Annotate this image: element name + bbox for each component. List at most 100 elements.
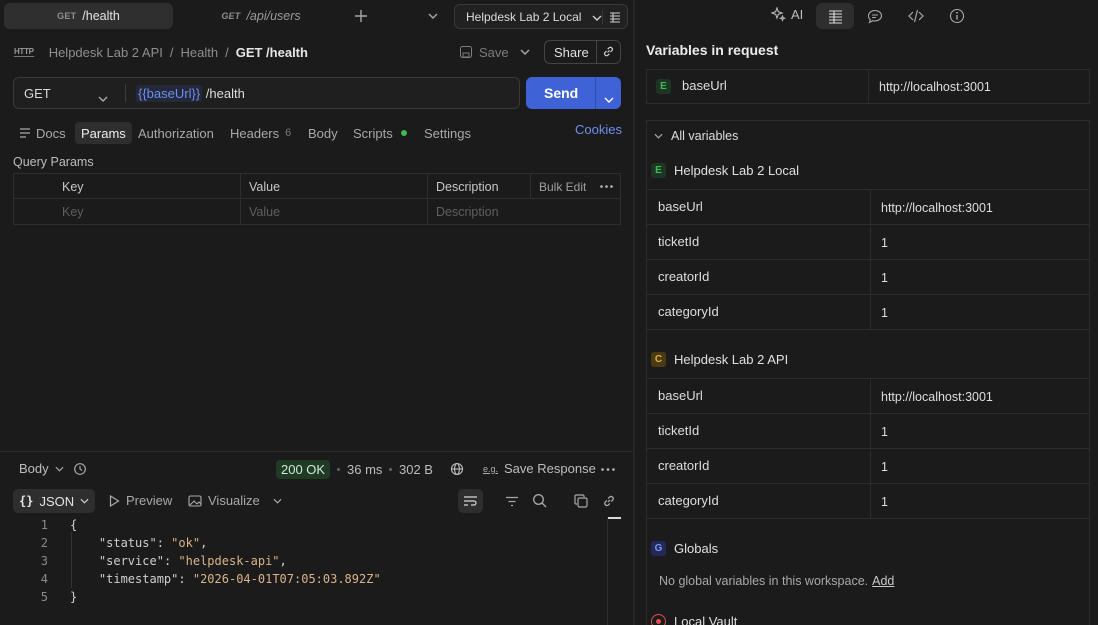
variable-row: creatorId 1: [646, 449, 1090, 484]
code-line: "timestamp": "2026-04-01T07:05:03.892Z": [98, 572, 381, 586]
tab-get-api-users[interactable]: GET /api/users: [180, 3, 342, 29]
collection-badge: C: [651, 352, 666, 367]
column-value-header: Value: [249, 179, 281, 194]
tab-headers-label: Headers: [230, 125, 280, 141]
variable-value[interactable]: http://localhost:3001: [879, 80, 991, 94]
variables-icon[interactable]: [816, 3, 854, 29]
table-header-row: Key Value Description Bulk Edit: [14, 174, 620, 199]
send-options-chevron-icon[interactable]: [604, 90, 614, 106]
globals-badge: G: [651, 541, 666, 556]
variable-row: ticketId 1: [646, 414, 1090, 449]
wrap-lines-icon[interactable]: [458, 489, 483, 513]
tab-scripts[interactable]: Scripts: [347, 122, 413, 144]
variable-value[interactable]: 1: [881, 460, 888, 474]
play-icon: [109, 494, 120, 507]
tabs-dropdown-chevron-icon[interactable]: [424, 8, 442, 24]
copy-icon[interactable]: [572, 492, 589, 509]
breadcrumb-request[interactable]: GET /health: [236, 45, 308, 60]
variable-value[interactable]: 1: [881, 425, 888, 439]
variable-value[interactable]: http://localhost:3001: [881, 390, 993, 404]
response-more-icon[interactable]: [600, 466, 616, 472]
search-icon[interactable]: [531, 492, 548, 509]
column-key-header: Key: [62, 179, 84, 194]
filter-icon[interactable]: [504, 493, 520, 509]
variable-row: categoryId 1: [646, 484, 1090, 519]
more-options-icon[interactable]: [592, 174, 613, 199]
variable-name: baseUrl: [658, 388, 703, 403]
variable-value[interactable]: http://localhost:3001: [881, 201, 993, 215]
url-variable: {{baseUrl}}: [136, 84, 203, 102]
send-button[interactable]: Send: [526, 77, 621, 109]
sparkle-icon: [771, 7, 786, 22]
headers-count: 6: [285, 127, 292, 139]
environment-selector[interactable]: Helpdesk Lab 2 Local: [454, 4, 628, 29]
share-button[interactable]: Share: [544, 40, 621, 64]
link-icon[interactable]: [602, 45, 615, 61]
bulk-edit-button[interactable]: Bulk Edit: [531, 174, 586, 199]
new-tab-plus-icon[interactable]: [351, 7, 371, 25]
tab-params[interactable]: Params: [75, 122, 132, 144]
globe-icon[interactable]: [449, 461, 465, 477]
chevron-down-icon: [592, 10, 602, 24]
url-input[interactable]: {{baseUrl}} /health: [136, 84, 245, 102]
scrollbar-track[interactable]: [607, 518, 608, 625]
format-selector[interactable]: {} JSON: [13, 489, 95, 513]
variable-value[interactable]: 1: [881, 236, 888, 250]
visualize-button[interactable]: Visualize: [188, 493, 260, 508]
code-icon[interactable]: [907, 7, 925, 25]
variable-value[interactable]: 1: [881, 495, 888, 509]
visualize-chevron-icon[interactable]: [270, 497, 284, 505]
tab-label: /health: [82, 9, 120, 23]
variable-row: creatorId 1: [646, 260, 1090, 295]
response-divider[interactable]: [0, 451, 633, 452]
tab-scripts-label: Scripts: [353, 125, 393, 141]
tab-body[interactable]: Body: [302, 122, 344, 144]
save-response-label: Save Response: [504, 461, 596, 476]
url-path: /health: [202, 85, 245, 101]
tab-headers[interactable]: Headers 6: [224, 122, 297, 144]
save-label: Save: [479, 44, 509, 60]
ai-button[interactable]: AI: [771, 7, 803, 22]
breadcrumb-collection[interactable]: Helpdesk Lab 2 API: [49, 45, 163, 60]
history-icon[interactable]: [72, 461, 88, 477]
group-name: Local Vault: [674, 614, 738, 625]
tab-docs[interactable]: Docs: [13, 122, 72, 144]
breadcrumb-folder[interactable]: Health: [181, 45, 219, 60]
value-input[interactable]: Value: [241, 199, 280, 224]
image-icon: [188, 494, 202, 507]
docs-icon: [20, 128, 30, 138]
comments-icon[interactable]: [866, 7, 884, 25]
tab-settings[interactable]: Settings: [418, 122, 477, 144]
scrollbar-thumb[interactable]: [608, 517, 621, 519]
variables-panel: AI Variables in request E baseUrl http:/…: [635, 0, 1098, 625]
link-icon[interactable]: [600, 492, 617, 509]
line-number: 3: [40, 554, 48, 568]
tab-authorization[interactable]: Authorization: [132, 122, 220, 144]
response-time: 36 ms: [347, 462, 383, 477]
variable-name: categoryId: [658, 304, 719, 319]
json-key: "timestamp": [98, 572, 179, 586]
cookies-link[interactable]: Cookies: [575, 122, 622, 137]
save-options-chevron-icon[interactable]: [516, 44, 534, 60]
query-params-title: Query Params: [13, 155, 94, 169]
method-select[interactable]: GET: [14, 78, 125, 108]
preview-button[interactable]: Preview: [109, 493, 172, 508]
all-variables-label: All variables: [671, 129, 739, 143]
line-number: 5: [40, 590, 48, 604]
environment-quick-look-icon[interactable]: [602, 10, 621, 24]
variable-value[interactable]: 1: [881, 306, 888, 320]
visualize-label: Visualize: [208, 493, 260, 508]
variable-value[interactable]: 1: [881, 271, 888, 285]
key-input[interactable]: Key: [54, 199, 84, 224]
line-number: 2: [40, 536, 48, 550]
all-variables-toggle[interactable]: All variables: [654, 129, 738, 143]
save-response-button[interactable]: e.g. Save Response: [483, 461, 596, 476]
info-icon[interactable]: [948, 7, 966, 25]
save-button[interactable]: Save: [459, 43, 509, 61]
response-body-dropdown[interactable]: Body: [19, 461, 64, 476]
table-row: Key Value Description: [14, 199, 620, 224]
add-global-link[interactable]: Add: [872, 574, 894, 588]
tab-get-health[interactable]: GET /health: [4, 3, 173, 29]
save-icon: [460, 46, 472, 58]
description-input[interactable]: Description: [428, 199, 499, 224]
